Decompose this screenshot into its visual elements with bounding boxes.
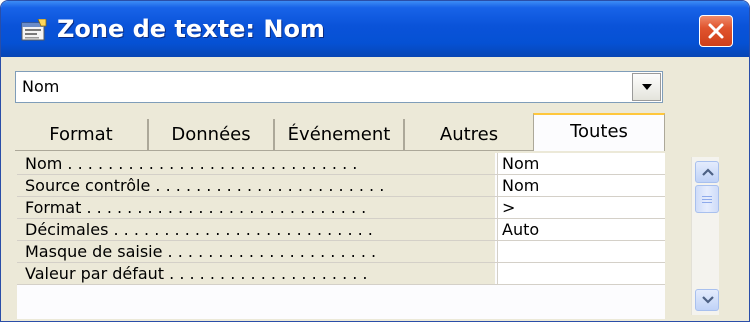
property-row-nom[interactable]: Nom . . . . . . . . . . . . . . . . . . … — [17, 153, 665, 175]
property-row-masque-de-saisie[interactable]: Masque de saisie . . . . . . . . . . . .… — [17, 241, 665, 263]
property-value[interactable]: Auto — [497, 219, 665, 240]
thumb-grip — [702, 196, 712, 197]
property-sheet-window: Zone de texte: Nom Nom Format Données Év… — [0, 0, 750, 322]
property-value[interactable]: Nom — [497, 175, 665, 196]
property-value[interactable]: Nom — [497, 153, 665, 174]
chevron-down-icon — [642, 84, 652, 90]
window-title: Zone de texte: Nom — [57, 15, 325, 43]
properties-sheet-icon — [21, 18, 47, 41]
property-value[interactable] — [497, 263, 665, 284]
tab-toutes[interactable]: Toutes — [533, 113, 665, 151]
arrow-down-icon — [702, 296, 714, 304]
property-row-format[interactable]: Format . . . . . . . . . . . . . . . . .… — [17, 197, 665, 219]
property-value[interactable] — [497, 241, 665, 262]
property-label: Source contrôle . . . . . . . . . . . . … — [17, 175, 495, 196]
arrow-up-icon — [702, 168, 714, 176]
scroll-up-button[interactable] — [695, 161, 719, 183]
property-grid: Nom . . . . . . . . . . . . . . . . . . … — [17, 153, 665, 319]
property-sheet-body: Nom Format Données Événement Autres Tout… — [5, 57, 745, 319]
property-row-source-controle[interactable]: Source contrôle . . . . . . . . . . . . … — [17, 175, 665, 197]
tab-divider — [15, 150, 533, 151]
tab-donnees[interactable]: Données — [149, 119, 275, 151]
property-label: Décimales . . . . . . . . . . . . . . . … — [17, 219, 495, 240]
tab-format[interactable]: Format — [15, 119, 149, 151]
tab-autres[interactable]: Autres — [405, 119, 533, 151]
close-icon — [708, 23, 724, 39]
property-label: Format . . . . . . . . . . . . . . . . .… — [17, 197, 495, 218]
thumb-grip — [702, 202, 712, 203]
property-row-valeur-par-defaut[interactable]: Valeur par défaut . . . . . . . . . . . … — [17, 263, 665, 285]
dropdown-button[interactable] — [632, 73, 661, 101]
property-label: Masque de saisie . . . . . . . . . . . .… — [17, 241, 495, 262]
property-row-decimales[interactable]: Décimales . . . . . . . . . . . . . . . … — [17, 219, 665, 241]
object-selector-value: Nom — [22, 77, 60, 96]
vertical-scrollbar[interactable] — [691, 157, 719, 315]
close-button[interactable] — [699, 15, 733, 47]
property-value[interactable]: > — [497, 197, 665, 218]
scroll-down-button[interactable] — [695, 289, 719, 311]
property-label: Valeur par défaut . . . . . . . . . . . … — [17, 263, 495, 284]
property-label: Nom . . . . . . . . . . . . . . . . . . … — [17, 153, 495, 174]
thumb-grip — [702, 199, 712, 200]
object-selector-dropdown[interactable]: Nom — [15, 71, 663, 103]
title-bar[interactable]: Zone de texte: Nom — [1, 1, 749, 57]
tab-evenement[interactable]: Événement — [275, 119, 405, 151]
scroll-thumb[interactable] — [695, 185, 719, 213]
